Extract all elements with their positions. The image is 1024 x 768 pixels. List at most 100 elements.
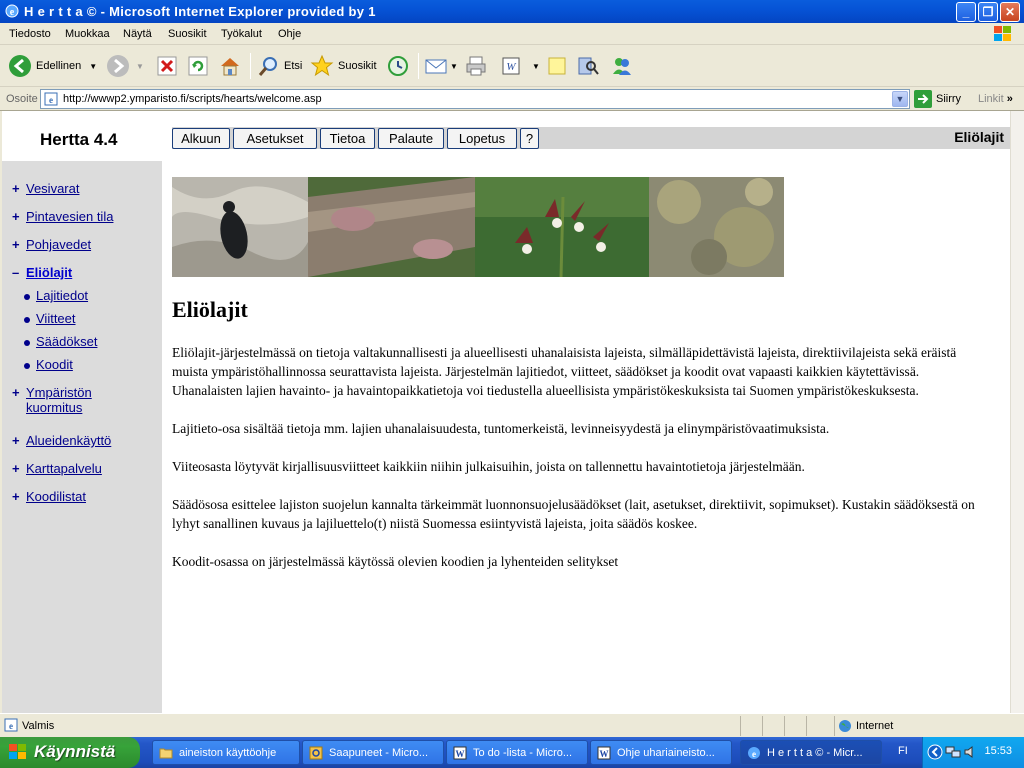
word-document-icon: W	[597, 746, 611, 760]
word-document-icon: W	[453, 746, 467, 760]
taskbar-item-hertta-ie[interactable]: e H e r t t a © - Micr...	[740, 740, 882, 765]
minimize-button[interactable]: _	[956, 2, 976, 22]
note-icon	[548, 57, 566, 75]
history-button[interactable]	[386, 51, 410, 81]
favorites-button[interactable]: Suosikit	[310, 51, 377, 81]
sidebar-item-karttapalvelu[interactable]: + Karttapalvelu	[12, 461, 102, 476]
brand-area: Hertta 4.4	[2, 111, 162, 161]
start-button[interactable]: Käynnistä	[0, 737, 140, 768]
nav-button-tietoa[interactable]: Tietoa	[320, 128, 375, 149]
address-bar: Osoite e http://wwwp2.ymparisto.fi/scrip…	[0, 87, 1024, 111]
status-text: Valmis	[22, 720, 55, 732]
taskbar-item-outlook[interactable]: Saapuneet - Micro...	[302, 740, 444, 765]
research-icon	[578, 57, 599, 75]
system-tray: 15:53	[922, 737, 1024, 768]
stop-button[interactable]	[156, 51, 178, 81]
star-icon	[310, 54, 334, 77]
nav-button-palaute[interactable]: Palaute	[378, 128, 444, 149]
lichen-photo	[649, 177, 784, 277]
taskbar-item-todo-word[interactable]: W To do -lista - Micro...	[446, 740, 588, 765]
bullet-icon	[24, 362, 30, 369]
sidebar-subitem-viitteet[interactable]: Viitteet	[24, 311, 76, 326]
menu-view[interactable]: Näytä	[123, 28, 152, 40]
windows-flag-icon	[9, 744, 26, 759]
sidebar-item-pintavesien-tila[interactable]: + Pintavesien tila	[12, 209, 113, 224]
sidebar-item-vesivarat[interactable]: + Vesivarat	[12, 181, 79, 196]
koodit-paragraph: Koodit-osassa on järjestelmässä käytössä…	[172, 554, 619, 569]
print-button[interactable]	[464, 51, 488, 81]
nav-button-help[interactable]: ?	[520, 128, 539, 149]
sidebar-item-ympariston-kuormitus[interactable]: + Ympäristön kuormitus	[12, 385, 92, 415]
species-photo-banner	[172, 177, 784, 277]
address-dropdown-icon[interactable]: ▼	[892, 91, 908, 107]
folder-icon	[159, 748, 173, 759]
sidebar-item-alueidenkaytto[interactable]: + Alueidenkäyttö	[12, 433, 111, 448]
nav-button-asetukset[interactable]: Asetukset	[233, 128, 317, 149]
back-dropdown-icon[interactable]: ▼	[89, 62, 97, 71]
home-button[interactable]	[218, 51, 242, 81]
research-button[interactable]	[576, 51, 600, 81]
window-title: H e r t t a © - Microsoft Internet Explo…	[24, 4, 376, 19]
language-indicator[interactable]: FI	[898, 745, 908, 757]
page-viewport: Hertta 4.4 + Vesivarat + Pintavesien tila …	[2, 111, 1010, 713]
volume-icon[interactable]	[963, 744, 979, 760]
address-input[interactable]: e http://wwwp2.ymparisto.fi/scripts/hear…	[40, 89, 910, 109]
ie-icon: e	[748, 747, 760, 759]
menu-favorites[interactable]: Suosikit	[168, 28, 207, 40]
address-url: http://wwwp2.ymparisto.fi/scripts/hearts…	[63, 93, 322, 105]
status-bar: e Valmis Internet	[0, 713, 1024, 737]
svg-text:e: e	[752, 749, 756, 759]
menu-edit[interactable]: Muokkaa	[65, 28, 110, 40]
menu-tools[interactable]: Työkalut	[221, 28, 262, 40]
mail-button[interactable]: ▼	[424, 51, 458, 81]
mail-icon	[425, 59, 447, 74]
sidebar-item-pohjavedet[interactable]: + Pohjavedet	[12, 237, 91, 252]
back-button[interactable]: Edellinen ▼	[8, 51, 97, 81]
toolbar: Edellinen ▼ ▼ Etsi Suosikit ▼ W ▼	[0, 45, 1024, 87]
ie-icon: e	[5, 4, 19, 18]
security-zone: Internet	[856, 720, 894, 732]
vertical-scrollbar[interactable]	[1010, 111, 1024, 713]
page-status-icon: e	[4, 718, 18, 732]
taskbar-item-ohje-word[interactable]: W Ohje uhariaineisto...	[590, 740, 732, 765]
sidebar-item-koodilistat[interactable]: + Koodilistat	[12, 489, 86, 504]
clock: 15:53	[984, 745, 1012, 757]
taskbar-item-folder[interactable]: aineiston käyttöohje	[152, 740, 300, 765]
menu-file[interactable]: Tiedosto	[9, 28, 51, 40]
forward-button[interactable]: ▼	[106, 51, 144, 81]
beetle-on-bark-photo	[172, 177, 308, 277]
search-icon	[258, 57, 277, 76]
windows-logo-icon	[994, 26, 1011, 41]
sidebar: Hertta 4.4 + Vesivarat + Pintavesien tila …	[2, 111, 162, 713]
refresh-button[interactable]	[187, 51, 209, 81]
window-titlebar[interactable]: e H e r t t a © - Microsoft Internet Exp…	[0, 0, 1024, 23]
search-button[interactable]: Etsi	[256, 51, 302, 81]
menu-help[interactable]: Ohje	[278, 28, 301, 40]
close-button[interactable]: ✕	[1000, 2, 1020, 22]
taskbar: Käynnistä aineiston käyttöohje Saapuneet…	[0, 737, 1024, 768]
sidebar-subitem-saadokset[interactable]: Säädökset	[24, 334, 97, 349]
nav-button-alkuun[interactable]: Alkuun	[172, 128, 230, 149]
sidebar-item-eliolajit[interactable]: – Eliölajit	[12, 265, 72, 280]
restore-button[interactable]: ❐	[978, 2, 998, 22]
discuss-button[interactable]	[546, 51, 568, 81]
tray-expand-icon[interactable]	[927, 744, 943, 760]
viiteosa-paragraph: Viiteosasta löytyvät kirjallisuusviittee…	[172, 459, 805, 474]
go-arrow-icon	[914, 90, 932, 108]
top-navigation: Alkuun Asetukset Tietoa Palaute Lopetus …	[172, 127, 1010, 149]
svg-text:W: W	[456, 749, 465, 759]
fungus-on-log-photo	[308, 177, 475, 277]
network-icon[interactable]	[945, 744, 961, 760]
section-label: Eliölajit	[954, 129, 1004, 145]
sidebar-subitem-koodit[interactable]: Koodit	[24, 357, 73, 372]
saadososa-paragraph: Säädösosa esittelee lajiston suojelun ka…	[172, 497, 975, 531]
forward-dropdown-icon[interactable]: ▼	[136, 62, 144, 71]
sidebar-subitem-lajitiedot[interactable]: Lajitiedot	[24, 288, 88, 303]
edit-button[interactable]: W ▼	[500, 51, 540, 81]
go-button[interactable]: Siirry	[914, 90, 961, 108]
nav-button-lopetus[interactable]: Lopetus	[447, 128, 517, 149]
word-icon: W	[502, 57, 520, 75]
lajitieto-paragraph: Lajitieto-osa sisältää tietoja mm. lajie…	[172, 421, 830, 436]
links-toolbar[interactable]: Linkit »	[978, 93, 1013, 105]
messenger-button[interactable]	[610, 51, 634, 81]
